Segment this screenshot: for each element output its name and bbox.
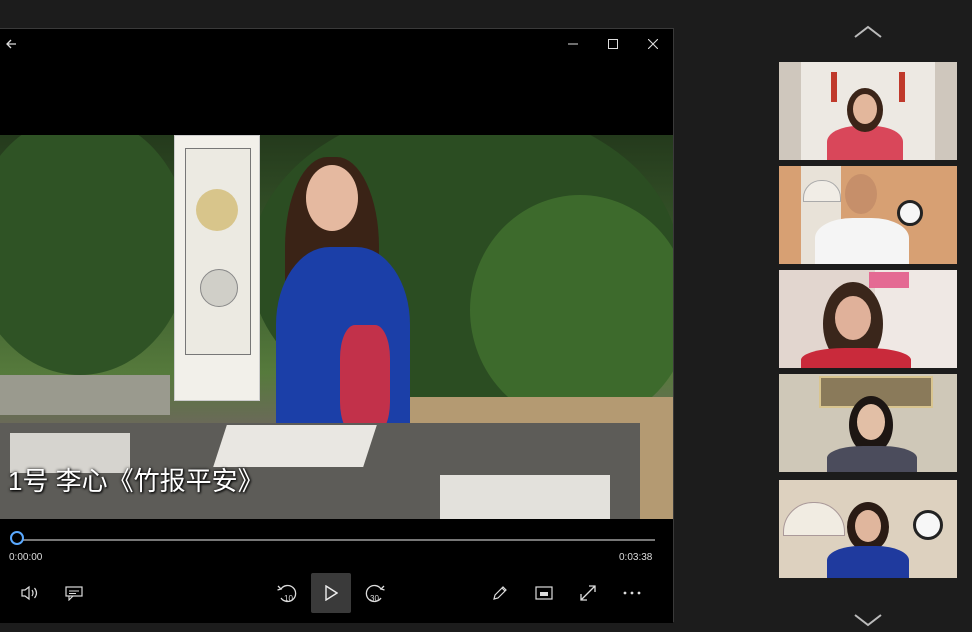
tile-decoration [913, 510, 943, 540]
tile-decoration [869, 272, 909, 288]
tile-background [779, 62, 801, 160]
fullscreen-button[interactable] [568, 573, 608, 613]
minimize-icon [568, 43, 578, 45]
participant-face [835, 296, 871, 340]
scene-path [0, 375, 170, 415]
volume-icon [21, 585, 38, 601]
seek-bar[interactable] [17, 539, 655, 541]
pen-button[interactable] [480, 573, 520, 613]
playback-controls: 0:00:00 0:03:38 10 30 [0, 519, 673, 623]
scroll-flower [196, 189, 238, 231]
tile-decoration [831, 72, 837, 102]
maximize-icon [608, 39, 618, 49]
maximize-button[interactable] [593, 29, 633, 59]
participant-face [853, 94, 877, 124]
table-paper [440, 475, 610, 519]
participant-face [855, 510, 881, 542]
tile-decoration [899, 72, 905, 102]
skip-forward-label: 30 [370, 594, 379, 603]
scroll-flower [200, 269, 238, 307]
skip-back-label: 10 [284, 594, 293, 603]
skip-forward-button[interactable]: 30 [355, 573, 395, 613]
scroll-down-button[interactable] [848, 608, 888, 632]
close-icon [648, 39, 658, 49]
participant-face [857, 404, 885, 440]
participant-tile[interactable] [779, 374, 957, 472]
chevron-down-icon [854, 614, 882, 627]
seek-thumb[interactable] [10, 531, 24, 545]
play-icon [325, 585, 338, 601]
tile-decoration [783, 502, 845, 536]
scroll-painting [185, 148, 251, 355]
tile-background [935, 62, 957, 160]
current-time: 0:00:00 [9, 552, 43, 563]
fullscreen-icon [580, 585, 596, 601]
back-arrow-icon [6, 39, 16, 49]
video-subtitle: 1号 李心《竹报平安》 [8, 466, 264, 496]
participant-tile[interactable] [779, 480, 957, 578]
captions-button[interactable] [54, 573, 94, 613]
participant-tile[interactable] [779, 62, 957, 160]
volume-button[interactable] [10, 573, 50, 613]
participant-head [845, 174, 877, 214]
play-button[interactable] [311, 573, 351, 613]
mini-view-icon [535, 586, 553, 600]
hanging-scroll [174, 135, 260, 401]
participant-body [827, 546, 909, 578]
skip-forward-icon: 30 [365, 584, 385, 603]
tile-decoration [897, 200, 923, 226]
scroll-up-button[interactable] [848, 20, 888, 44]
minimize-button[interactable] [553, 29, 593, 59]
scene-tree [0, 135, 190, 375]
video-frame[interactable]: 1号 李心《竹报平安》 [0, 135, 673, 519]
chevron-up-icon [854, 25, 882, 38]
participant-body [801, 348, 911, 368]
mini-view-button[interactable] [524, 573, 564, 613]
duration: 0:03:38 [619, 552, 653, 563]
pen-icon [493, 586, 507, 600]
presenter-dress-pattern [340, 325, 390, 435]
participant-body [827, 446, 917, 472]
captions-icon [65, 586, 83, 601]
participant-tile[interactable] [779, 270, 957, 368]
video-player-window: 1号 李心《竹报平安》 0:00:00 0:03:38 10 30 [0, 28, 674, 623]
back-button[interactable] [0, 29, 22, 59]
title-bar [0, 29, 673, 59]
participant-body [815, 218, 909, 264]
skip-back-icon: 10 [277, 584, 297, 603]
skip-back-button[interactable]: 10 [267, 573, 307, 613]
more-icon [623, 591, 641, 595]
participant-tile[interactable] [779, 166, 957, 264]
presenter-face [306, 165, 358, 231]
close-button[interactable] [633, 29, 673, 59]
more-button[interactable] [612, 573, 652, 613]
